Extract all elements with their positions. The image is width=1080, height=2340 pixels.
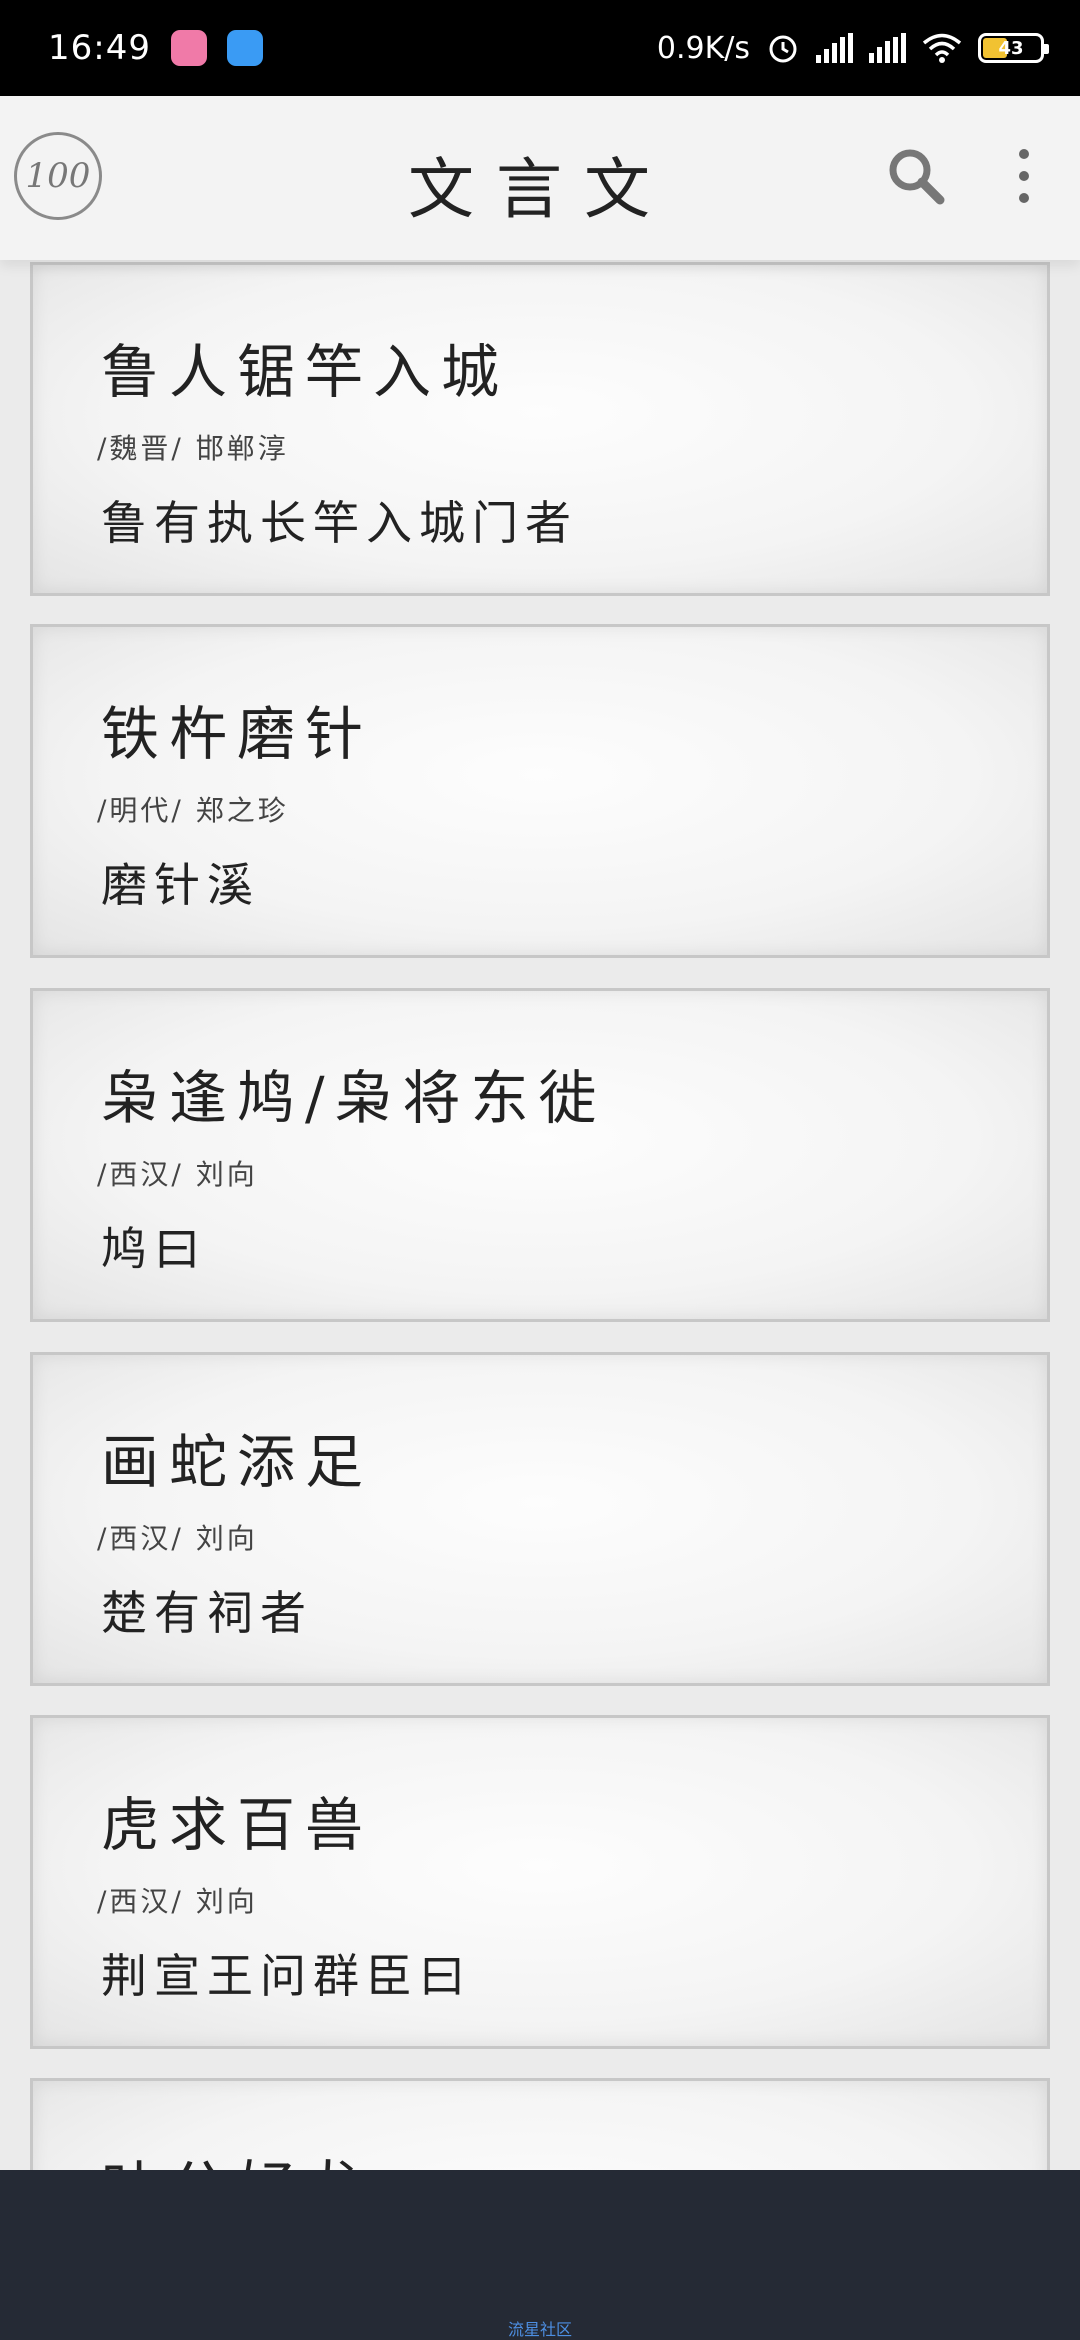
work-title: 叶公好龙 (101, 2141, 373, 2170)
status-right: 0.9K/s 43 (656, 30, 1049, 66)
battery-level: 43 (998, 37, 1024, 59)
work-title: 铁杵磨针 (101, 700, 374, 768)
work-meta: /西汉/ 刘向 (97, 1158, 258, 1191)
alarm-icon (769, 35, 797, 63)
wifi-icon (922, 33, 962, 63)
work-title: 鲁人锯竿入城 (101, 338, 510, 406)
app-bar: 100 文言文 (0, 96, 1080, 260)
work-meta: /明代/ 郑之珍 (97, 794, 289, 827)
work-card-6[interactable]: 叶公好龙 (30, 2078, 1050, 2170)
signal-icon (816, 33, 853, 63)
work-first-line: 鲁有执长竿入城门者 (101, 496, 578, 550)
work-title: 画蛇添足 (101, 1428, 374, 1496)
hd-signal-icon (869, 33, 906, 63)
work-card-2[interactable]: 铁杵磨针 /明代/ 郑之珍 磨针溪 (30, 624, 1050, 958)
work-first-line: 磨针溪 (101, 858, 260, 912)
status-bar: 16:49 0.9K/s 43 (0, 0, 1080, 96)
watermark: 流星社区 (507, 2320, 572, 2339)
work-title: 虎求百兽 (101, 1791, 374, 1859)
works-list[interactable]: 鲁人锯竿入城 /魏晋/ 邯郸淳 鲁有执长竿入城门者 铁杵磨针 /明代/ 郑之珍 … (0, 260, 1080, 2170)
search-icon[interactable] (884, 144, 948, 208)
work-first-line: 楚有祠者 (101, 1586, 313, 1640)
work-first-line: 荆宣王问群臣曰 (101, 1949, 472, 2003)
work-meta: /魏晋/ 邯郸淳 (97, 432, 289, 465)
work-card-3[interactable]: 枭逢鸠/枭将东徙 /西汉/ 刘向 鸠曰 (30, 988, 1050, 1322)
status-left: 16:49 (48, 28, 263, 68)
work-card-1[interactable]: 鲁人锯竿入城 /魏晋/ 邯郸淳 鲁有执长竿入城门者 (30, 262, 1050, 596)
work-first-line: 鸠曰 (101, 1222, 207, 1276)
more-vert-icon[interactable] (1006, 146, 1042, 206)
battery-icon: 43 (978, 33, 1049, 63)
work-meta: /西汉/ 刘向 (97, 1885, 258, 1918)
network-speed: 0.9K/s (656, 30, 750, 66)
work-title: 枭逢鸠/枭将东徙 (101, 1064, 607, 1132)
work-meta: /西汉/ 刘向 (97, 1522, 258, 1555)
blue-app-icon (226, 30, 263, 66)
work-card-4[interactable]: 画蛇添足 /西汉/ 刘向 楚有祠者 (30, 1352, 1050, 1686)
work-card-5[interactable]: 虎求百兽 /西汉/ 刘向 荆宣王问群臣曰 (30, 1715, 1050, 2049)
status-time: 16:49 (48, 28, 151, 68)
pink-app-icon (170, 30, 207, 66)
bottom-bar: 流星社区 (0, 2170, 1080, 2340)
